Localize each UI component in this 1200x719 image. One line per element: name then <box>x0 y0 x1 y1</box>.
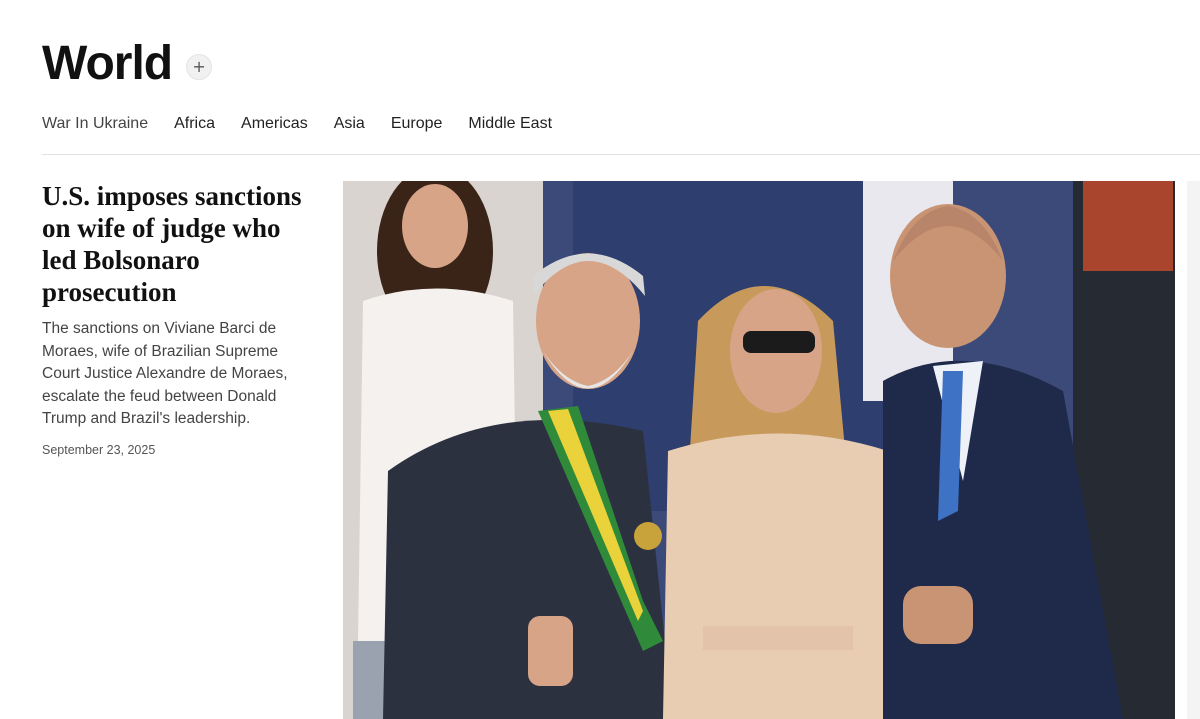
subnav-item-africa[interactable]: Africa <box>174 113 215 135</box>
story-summary: The sanctions on Viviane Barci de Moraes… <box>42 320 288 427</box>
story-photo[interactable] <box>343 181 1175 719</box>
header-divider <box>42 154 1200 155</box>
page-header: World + <box>42 36 213 92</box>
story-photo-illustration <box>343 181 1175 719</box>
lead-story: U.S. imposes sanctions on wife of judge … <box>42 180 312 457</box>
story-headline[interactable]: U.S. imposes sanctions on wife of judge … <box>42 180 312 308</box>
story-date: September 23, 2025 <box>42 442 156 457</box>
section-subnav: War In Ukraine Africa Americas Asia Euro… <box>42 113 578 135</box>
follow-plus-button[interactable]: + <box>186 54 213 80</box>
subnav-item-americas[interactable]: Americas <box>241 113 308 135</box>
section-title: World <box>42 37 173 90</box>
subnav-item-middle-east[interactable]: Middle East <box>468 113 552 135</box>
subnav-item-europe[interactable]: Europe <box>391 113 443 135</box>
subnav-item-asia[interactable]: Asia <box>334 113 365 135</box>
right-edge-column <box>1187 181 1200 719</box>
subnav-item-war-in-ukraine[interactable]: War In Ukraine <box>42 113 148 135</box>
